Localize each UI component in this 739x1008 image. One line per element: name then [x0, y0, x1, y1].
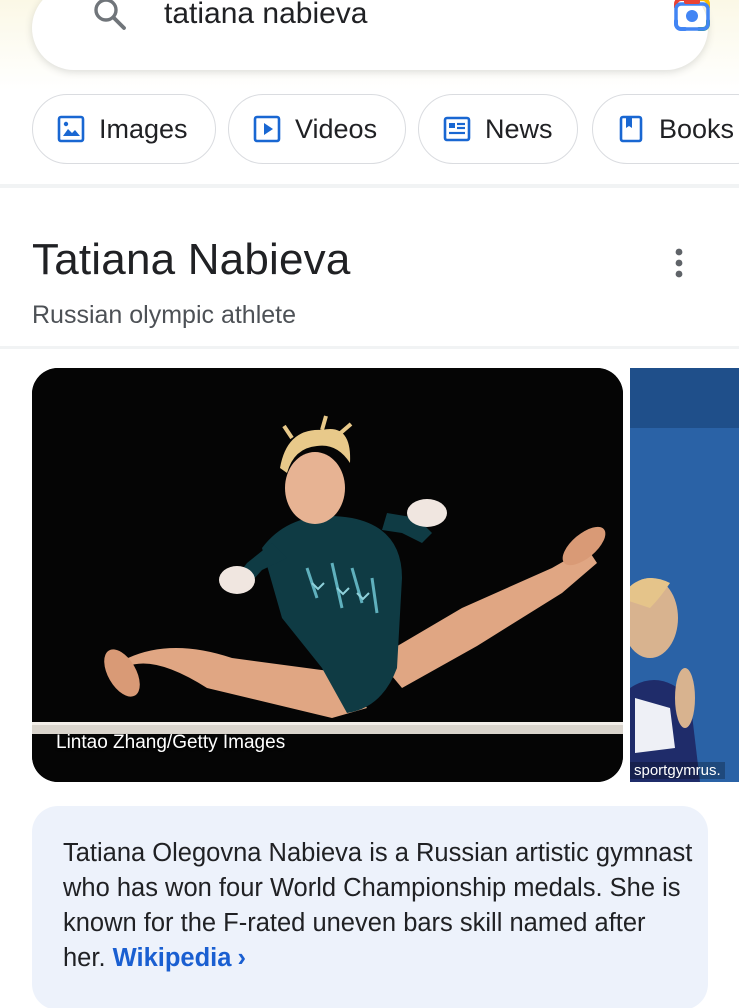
chip-label: Books [659, 113, 735, 144]
image-credit: sportgymrus. [630, 762, 725, 779]
newspaper-icon [443, 116, 471, 142]
chip-label: Videos [295, 113, 378, 144]
entity-title: Tatiana Nabieva [32, 235, 351, 284]
chip-label: News [485, 113, 553, 144]
entity-image-main[interactable]: Lintao Zhang/Getty Images [32, 368, 623, 782]
image-icon [57, 115, 85, 143]
play-icon [253, 115, 281, 143]
entity-subtitle: Russian olympic athlete [32, 301, 297, 329]
chip-images[interactable]: Images [32, 94, 216, 164]
divider [0, 346, 739, 349]
chip-videos[interactable]: Videos [228, 94, 406, 164]
entity-description: Tatiana Olegovna Nabieva is a Russian ar… [63, 836, 693, 976]
chevron-right-icon[interactable]: › [237, 944, 246, 972]
chip-label: Images [99, 113, 188, 144]
more-options-icon[interactable] [664, 245, 694, 281]
chip-news[interactable]: News [418, 94, 578, 164]
chip-books[interactable]: Books [592, 94, 739, 164]
description-card: Tatiana Olegovna Nabieva is a Russian ar… [32, 806, 708, 1008]
entity-image-secondary[interactable]: sportgymrus. [630, 368, 739, 782]
search-input[interactable]: tatiana nabieva [164, 0, 368, 34]
divider [0, 184, 739, 188]
search-bar[interactable]: tatiana nabieva [32, 0, 710, 70]
search-filter-chips: Images Videos News Books [32, 94, 739, 164]
google-lens-icon[interactable] [670, 0, 714, 33]
search-icon[interactable] [90, 0, 130, 34]
wikipedia-link[interactable]: Wikipedia [113, 944, 232, 972]
image-credit: Lintao Zhang/Getty Images [56, 732, 286, 753]
book-icon [619, 115, 643, 143]
gymnast-photo [32, 368, 623, 782]
gymnast-photo-secondary [630, 368, 739, 782]
